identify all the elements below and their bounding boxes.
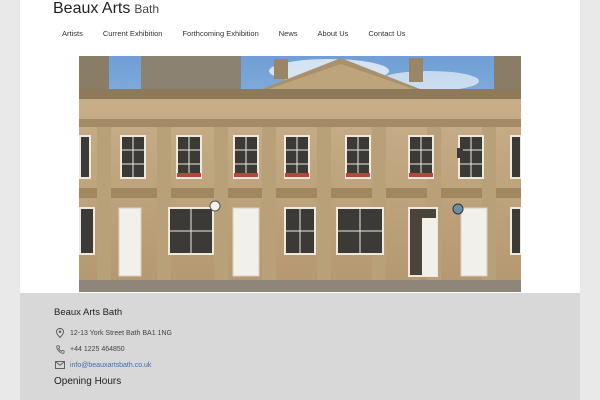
footer-phone: +44 1225 464850 xyxy=(54,344,125,354)
site-footer: Beaux Arts Bath 12-13 York Street Bath B… xyxy=(20,293,580,400)
nav-item-forthcoming-exhibition[interactable]: Forthcoming Exhibition xyxy=(182,29,258,38)
envelope-icon xyxy=(54,360,66,370)
building-facade-photo xyxy=(79,56,521,292)
nav-item-contact-us[interactable]: Contact Us xyxy=(368,29,405,38)
email-link[interactable]: info@beauxartsbath.co.uk xyxy=(70,362,151,369)
page-container: Beaux Arts Bath Artists Current Exhibitio… xyxy=(20,0,580,400)
site-logo[interactable]: Beaux Arts Bath xyxy=(53,0,159,18)
hero-image xyxy=(79,56,521,292)
nav-item-artists[interactable]: Artists xyxy=(62,29,83,38)
nav-item-current-exhibition[interactable]: Current Exhibition xyxy=(103,29,163,38)
main-nav: Artists Current Exhibition Forthcoming E… xyxy=(62,29,426,38)
footer-email: info@beauxartsbath.co.uk xyxy=(54,360,151,370)
phone-text: +44 1225 464850 xyxy=(70,345,125,353)
address-text: 12-13 York Street Bath BA1 1NG xyxy=(70,329,172,337)
brand-suffix: Bath xyxy=(134,2,160,16)
nav-item-about-us[interactable]: About Us xyxy=(318,29,349,38)
brand-name: Beaux Arts xyxy=(53,0,131,17)
opening-hours-heading: Opening Hours xyxy=(54,376,122,387)
phone-icon xyxy=(54,344,66,354)
footer-address: 12-13 York Street Bath BA1 1NG xyxy=(54,328,172,338)
map-pin-icon xyxy=(54,328,66,338)
footer-title: Beaux Arts Bath xyxy=(54,307,123,318)
nav-item-news[interactable]: News xyxy=(279,29,298,38)
